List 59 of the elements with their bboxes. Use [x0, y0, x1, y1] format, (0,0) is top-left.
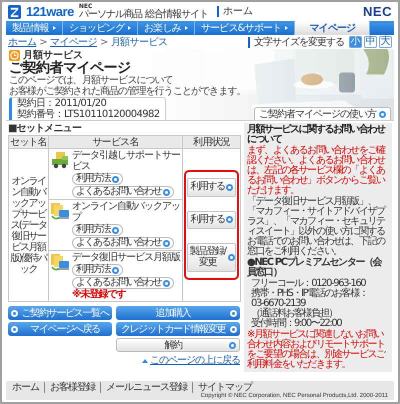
back-to-top-link[interactable]: このページの上に戻る [150, 355, 240, 366]
nav-tab[interactable]: お楽しみ [138, 21, 195, 35]
tagline-text: パーソナル商品 [78, 10, 142, 20]
table-cell: オンライン自動バックアップサービス(データ復旧サービス月額版)優待パック [8, 148, 48, 302]
footer-link[interactable]: サイトマップ [192, 382, 257, 393]
home-link[interactable]: ホーム [216, 6, 253, 17]
contact-text: 携帯・PHS・IP電話のお客様： [251, 289, 368, 299]
column-header: サービス名 [48, 136, 182, 148]
category-label: 月額サービス [23, 50, 83, 61]
page-title: ご契約者マイページ [9, 61, 132, 76]
action-button[interactable]: 利用する [187, 210, 236, 229]
service-name: データ復旧サービス月額版 [72, 252, 181, 263]
font-size-button[interactable]: 大 [379, 36, 392, 48]
guide-button[interactable]: ご契約者マイページの使い方 [254, 107, 391, 120]
action-button[interactable]: 利用する [187, 178, 236, 196]
service-name: データ引越しサポートサービス [72, 150, 181, 172]
center-name: ●NEC PCプレミアムセンター（会員窓口） [247, 258, 383, 278]
action-button[interactable]: 製品登録/変更 [187, 243, 236, 272]
link-button[interactable]: 利用方法 [72, 173, 123, 185]
description-text: このページでは、月額サービスについて [9, 76, 173, 86]
link-button[interactable]: 利用方法 [72, 264, 123, 276]
tagline-text: 総合情報サイト [144, 10, 208, 20]
footer-link[interactable]: メールニュース登録 [100, 382, 192, 393]
description-text: お客様がご契約された商品の管理を行うことができます。 [9, 86, 246, 98]
section-heading: ■セットメニュー [8, 123, 82, 134]
footer-link[interactable]: ホーム [12, 382, 44, 393]
breadcrumb-link[interactable]: ホーム [8, 36, 36, 48]
action-button[interactable]: 追加購入 [116, 306, 240, 320]
sidebar-title: 月額サービスに関するお問い合わせについて [247, 125, 386, 145]
breadcrumb-separator: > [100, 36, 108, 48]
contact-text: 03-6670-2139 [251, 299, 306, 309]
breadcrumb-separator: > [39, 36, 47, 48]
note-text: ※月額サービスに関連しないお問い合わせ内容およびリモートサポートをご要望の場合は、別途サービスご利用料金をいただきます。 [247, 330, 386, 370]
link-button[interactable]: よくあるお問い合わせ [72, 237, 174, 249]
action-button[interactable]: マイページへ戻る [8, 322, 112, 336]
link-button[interactable]: よくあるお問い合わせ [72, 277, 174, 289]
brand-logo: NEC [363, 4, 392, 19]
status-note: ※未登録です [72, 289, 127, 300]
logo[interactable]: 121ware [26, 4, 74, 19]
font-size-button[interactable]: 中 [364, 36, 377, 48]
link-button[interactable]: よくあるお問い合わせ [72, 186, 174, 198]
nav-tab[interactable]: ショッピング [62, 21, 138, 35]
nav-tab[interactable]: マイページ [295, 21, 370, 35]
link-button[interactable]: 利用方法 [72, 224, 123, 236]
breadcrumb-current: 月額サービス [110, 36, 168, 48]
footer-link[interactable]: お客様登録 [44, 382, 100, 393]
nav-tab[interactable]: 製品情報 [6, 21, 63, 35]
service-name: オンライン自動バックアップ [72, 201, 181, 223]
breadcrumb-link[interactable]: マイページ [50, 36, 97, 48]
contact-text: 受付時間：9:00〜22:00 [251, 319, 343, 329]
contract-text: 契約番号：LTS10110120004982 [17, 110, 160, 120]
contract-text: 契約日：2011/01/20 [17, 99, 108, 110]
column-header: 利用状況 [182, 136, 240, 148]
column-header: セット名 [8, 136, 48, 148]
contact-text: フリーコール：0120-963-160 [251, 279, 367, 289]
notice-text: まず、よくあるお問い合わせをご確認ください。よくあるお問い合わせは、左記の各サービス欄の「よくあるお問い合わせ」ボタンからご覧いただけます。 [247, 146, 386, 196]
body-text: 「データ復旧サービス月額版」、「マカフィー・サイトアドバイザプラス」、「マカフィー・セキュリティスイート」以外の使い方に関するお電話でのお問い合わせは、下記の窓口をご利用ください。 [247, 197, 386, 257]
action-button[interactable]: 解約 [116, 338, 240, 352]
contact-text: （通話料お客様負担） [251, 309, 338, 319]
